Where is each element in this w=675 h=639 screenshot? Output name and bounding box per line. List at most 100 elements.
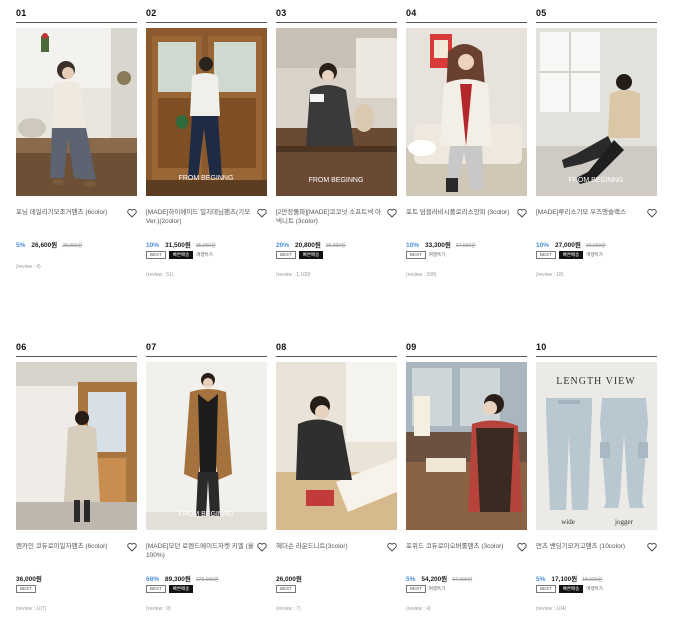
badge-group: BEST 빠른배송 xyxy=(146,585,196,594)
product-name[interactable]: [MADE]모던 로렌드메이드자켓 키엘 (울100%) xyxy=(146,542,254,560)
heart-icon[interactable] xyxy=(387,208,397,218)
discount-rate: 5% xyxy=(406,576,416,583)
review-count: (review : 1,100) xyxy=(276,272,311,278)
heart-icon[interactable] xyxy=(257,542,267,552)
review-count: (review : 51) xyxy=(146,272,174,278)
product-name[interactable]: 렌카인 코듀로이일자팬츠 (6color) xyxy=(16,542,124,551)
heart-icon[interactable] xyxy=(127,542,137,552)
price-row: 10% 27,000원 30,000원 xyxy=(536,234,657,249)
sale-price: 89,300원 xyxy=(165,576,191,583)
review-count: (review : 9) xyxy=(146,606,171,612)
product-image[interactable] xyxy=(406,28,527,196)
badge-group: BEST 빠른배송 여행특가 xyxy=(536,585,603,594)
product-grid: 01 포닝 데일리기모조거팬츠 (6color) 5% 26,600원 28,0… xyxy=(0,0,675,639)
product-image[interactable] xyxy=(16,28,137,196)
rank-number: 02 xyxy=(146,8,157,18)
product-image[interactable] xyxy=(276,362,397,530)
product-image[interactable]: FROM BEGINNG xyxy=(276,28,397,196)
original-price: 28,000원 xyxy=(62,243,83,249)
badge-group: BEST xyxy=(276,585,299,594)
badge-group: BEST 여행특가 xyxy=(406,585,445,594)
image-label-wide: wide xyxy=(561,518,575,526)
product-image[interactable]: FROM BEGINNG xyxy=(536,28,657,196)
image-caption: FROM BEGINNG xyxy=(569,177,624,184)
image-label-jogger: jogger xyxy=(614,518,634,526)
discount-rate: 10% xyxy=(406,242,420,249)
original-price: 278,000원 xyxy=(195,577,219,583)
product-name[interactable]: 헤더슨 라운드니트(3color) xyxy=(276,542,384,551)
review-count: (review : 4) xyxy=(406,606,431,612)
price-row: 26,000원 xyxy=(276,568,397,583)
divider xyxy=(536,356,657,357)
heart-icon[interactable] xyxy=(647,208,657,218)
heart-icon[interactable] xyxy=(517,208,527,218)
product-name[interactable]: [2만장돌파][MADE]코코넛 소프트넥 아넥니트 (3color) xyxy=(276,208,384,226)
review-count: (review : 18) xyxy=(536,272,564,278)
best-badge: BEST xyxy=(276,251,296,259)
original-price: 35,000원 xyxy=(195,243,216,249)
heart-icon[interactable] xyxy=(387,542,397,552)
rank-number: 08 xyxy=(276,342,287,352)
sale-price: 26,600원 xyxy=(31,242,58,249)
best-badge: BEST xyxy=(536,251,556,259)
review-count: (review : 104) xyxy=(536,606,567,612)
product-image[interactable]: FROM BEGINNG xyxy=(146,362,267,530)
discount-rate: 10% xyxy=(536,242,550,249)
discount-rate: 5% xyxy=(536,576,546,583)
product-image[interactable]: FROM BEGINNG xyxy=(146,28,267,196)
image-title: LENGTH VIEW xyxy=(556,376,635,387)
divider xyxy=(146,22,267,23)
divider xyxy=(406,356,527,357)
product-name[interactable]: 포위드 코듀로이오버롤팬츠 (3color) xyxy=(406,542,514,551)
discount-rate: 5% xyxy=(16,242,26,249)
best-badge: BEST xyxy=(146,251,166,259)
sale-price: 27,000원 xyxy=(555,242,581,249)
product-name[interactable]: [MADE]하이메이드 밀지데님팬츠(기모Ver.)(2color) xyxy=(146,208,254,226)
product-name[interactable]: [MADE]루리스기모 우즈앵슬랙스 xyxy=(536,208,644,217)
original-price: 18,000원 xyxy=(582,577,603,583)
heart-icon[interactable] xyxy=(517,542,527,552)
divider xyxy=(276,356,397,357)
original-price: 37,000원 xyxy=(455,243,476,249)
rank-number: 01 xyxy=(16,8,27,18)
shipping-badge: 빠른배송 xyxy=(298,251,324,259)
divider xyxy=(406,22,527,23)
product-image[interactable] xyxy=(16,362,137,530)
promo-text: 여행특가 xyxy=(428,586,446,591)
rank-number: 09 xyxy=(406,342,417,352)
image-caption: FROM BEGINNG xyxy=(179,175,234,182)
price-row: 36,000원 xyxy=(16,568,137,583)
price-row: 5% 54,200원 57,000원 xyxy=(406,568,527,583)
sale-price: 17,100원 xyxy=(551,576,578,583)
shipping-badge: 빠른배송 xyxy=(558,251,584,259)
divider xyxy=(146,356,267,357)
divider xyxy=(16,22,137,23)
promo-text: 여행특가 xyxy=(586,586,603,591)
heart-icon[interactable] xyxy=(257,208,267,218)
divider xyxy=(16,356,137,357)
sale-price: 54,200원 xyxy=(421,576,448,583)
divider xyxy=(536,22,657,23)
badge-group: BEST xyxy=(16,585,39,594)
badge-group: BEST 빠른배송 xyxy=(276,251,326,260)
product-image[interactable] xyxy=(406,362,527,530)
sale-price: 33,300원 xyxy=(425,242,451,249)
product-name[interactable]: 포닝 데일리기모조거팬츠 (6color) xyxy=(16,208,124,217)
promo-text: 여행특가 xyxy=(196,252,213,257)
shipping-badge: 빠른배송 xyxy=(168,585,194,593)
promo-text: 여행특가 xyxy=(586,252,603,257)
badge-group: BEST 빠른배송 여행특가 xyxy=(146,251,213,260)
sale-price: 31,500원 xyxy=(165,242,191,249)
heart-icon[interactable] xyxy=(647,542,657,552)
rank-number: 03 xyxy=(276,8,287,18)
review-count: (review : 107) xyxy=(16,606,47,612)
divider xyxy=(276,22,397,23)
product-name[interactable]: 먼츠 밴딩기모카고팬츠 (10color) xyxy=(536,542,644,551)
best-badge: BEST xyxy=(536,585,556,593)
review-count: (review : 4) xyxy=(16,264,41,270)
heart-icon[interactable] xyxy=(127,208,137,218)
product-name[interactable]: 포트 덤블러비시폴로리스양피 (3color) xyxy=(406,208,514,217)
product-image[interactable]: LENGTH VIEW wide jogger xyxy=(536,362,657,530)
original-price: 26,000원 xyxy=(325,243,346,249)
image-caption: FROM BEGINNG xyxy=(179,511,234,518)
